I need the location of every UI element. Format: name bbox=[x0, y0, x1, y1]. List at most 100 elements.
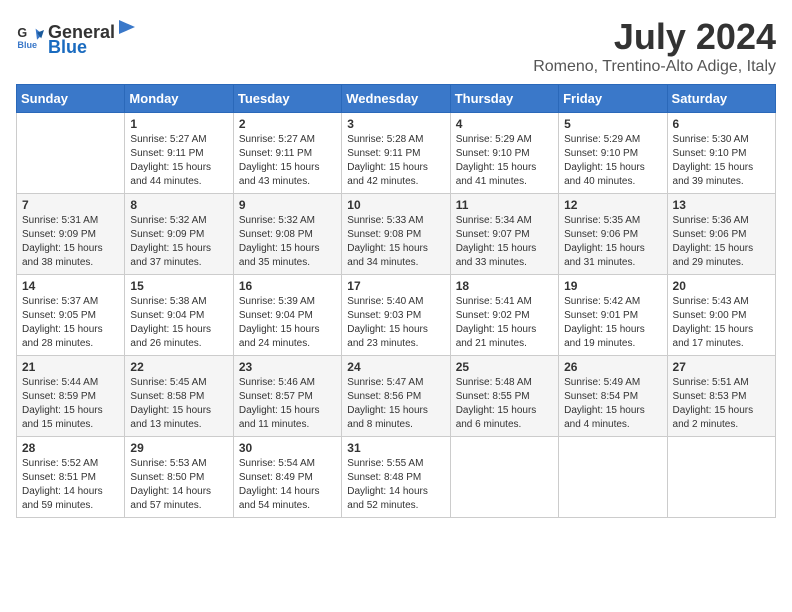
day-info: Sunrise: 5:44 AM Sunset: 8:59 PM Dayligh… bbox=[22, 376, 119, 432]
day-info: Sunrise: 5:43 AM Sunset: 9:00 PM Dayligh… bbox=[673, 295, 770, 351]
day-number: 23 bbox=[239, 360, 336, 374]
day-info: Sunrise: 5:36 AM Sunset: 9:06 PM Dayligh… bbox=[673, 214, 770, 270]
calendar-cell: 6 Sunrise: 5:30 AM Sunset: 9:10 PM Daylig… bbox=[667, 113, 775, 194]
month-year-title: July 2024 bbox=[533, 16, 776, 58]
day-info: Sunrise: 5:54 AM Sunset: 8:49 PM Dayligh… bbox=[239, 457, 336, 513]
day-info: Sunrise: 5:55 AM Sunset: 8:48 PM Dayligh… bbox=[347, 457, 444, 513]
day-number: 19 bbox=[564, 279, 661, 293]
day-info: Sunrise: 5:28 AM Sunset: 9:11 PM Dayligh… bbox=[347, 133, 444, 189]
day-number: 16 bbox=[239, 279, 336, 293]
day-info: Sunrise: 5:49 AM Sunset: 8:54 PM Dayligh… bbox=[564, 376, 661, 432]
title-area: July 2024 Romeno, Trentino-Alto Adige, I… bbox=[533, 16, 776, 76]
calendar-cell: 23 Sunrise: 5:46 AM Sunset: 8:57 PM Dayli… bbox=[233, 356, 341, 437]
day-number: 2 bbox=[239, 117, 336, 131]
day-info: Sunrise: 5:31 AM Sunset: 9:09 PM Dayligh… bbox=[22, 214, 119, 270]
calendar-week-4: 21 Sunrise: 5:44 AM Sunset: 8:59 PM Dayli… bbox=[17, 356, 776, 437]
svg-text:Blue: Blue bbox=[17, 40, 37, 50]
day-info: Sunrise: 5:27 AM Sunset: 9:11 PM Dayligh… bbox=[130, 133, 227, 189]
day-number: 3 bbox=[347, 117, 444, 131]
day-info: Sunrise: 5:51 AM Sunset: 8:53 PM Dayligh… bbox=[673, 376, 770, 432]
day-info: Sunrise: 5:33 AM Sunset: 9:08 PM Dayligh… bbox=[347, 214, 444, 270]
calendar-cell: 12 Sunrise: 5:35 AM Sunset: 9:06 PM Dayli… bbox=[559, 194, 667, 275]
day-number: 29 bbox=[130, 441, 227, 455]
location-subtitle: Romeno, Trentino-Alto Adige, Italy bbox=[533, 58, 776, 76]
day-info: Sunrise: 5:52 AM Sunset: 8:51 PM Dayligh… bbox=[22, 457, 119, 513]
calendar-cell: 15 Sunrise: 5:38 AM Sunset: 9:04 PM Dayli… bbox=[125, 275, 233, 356]
day-number: 20 bbox=[673, 279, 770, 293]
day-info: Sunrise: 5:29 AM Sunset: 9:10 PM Dayligh… bbox=[456, 133, 553, 189]
calendar-cell: 1 Sunrise: 5:27 AM Sunset: 9:11 PM Daylig… bbox=[125, 113, 233, 194]
calendar-week-5: 28Sunrise: 5:52 AM Sunset: 8:51 PM Dayli… bbox=[17, 437, 776, 518]
day-number: 11 bbox=[456, 198, 553, 212]
logo-icon: G Blue bbox=[16, 23, 44, 51]
calendar-cell: 19Sunrise: 5:42 AM Sunset: 9:01 PM Dayli… bbox=[559, 275, 667, 356]
day-number: 6 bbox=[673, 117, 770, 131]
calendar-cell: 26Sunrise: 5:49 AM Sunset: 8:54 PM Dayli… bbox=[559, 356, 667, 437]
calendar-cell bbox=[667, 437, 775, 518]
day-number: 17 bbox=[347, 279, 444, 293]
day-number: 1 bbox=[130, 117, 227, 131]
calendar-header-friday: Friday bbox=[559, 85, 667, 113]
calendar-cell: 11 Sunrise: 5:34 AM Sunset: 9:07 PM Dayli… bbox=[450, 194, 558, 275]
calendar-cell: 22 Sunrise: 5:45 AM Sunset: 8:58 PM Dayli… bbox=[125, 356, 233, 437]
day-number: 22 bbox=[130, 360, 227, 374]
calendar-header-saturday: Saturday bbox=[667, 85, 775, 113]
calendar-cell: 8Sunrise: 5:32 AM Sunset: 9:09 PM Daylig… bbox=[125, 194, 233, 275]
calendar-cell: 9Sunrise: 5:32 AM Sunset: 9:08 PM Daylig… bbox=[233, 194, 341, 275]
day-info: Sunrise: 5:41 AM Sunset: 9:02 PM Dayligh… bbox=[456, 295, 553, 351]
day-number: 12 bbox=[564, 198, 661, 212]
day-number: 25 bbox=[456, 360, 553, 374]
day-info: Sunrise: 5:35 AM Sunset: 9:06 PM Dayligh… bbox=[564, 214, 661, 270]
page-wrapper: G Blue General Blue July 2024 Romeno, Tr… bbox=[16, 16, 776, 518]
day-number: 8 bbox=[130, 198, 227, 212]
calendar-header-wednesday: Wednesday bbox=[342, 85, 450, 113]
day-number: 21 bbox=[22, 360, 119, 374]
calendar-week-1: 1 Sunrise: 5:27 AM Sunset: 9:11 PM Daylig… bbox=[17, 113, 776, 194]
calendar-cell: 27 Sunrise: 5:51 AM Sunset: 8:53 PM Dayli… bbox=[667, 356, 775, 437]
day-number: 31 bbox=[347, 441, 444, 455]
day-info: Sunrise: 5:40 AM Sunset: 9:03 PM Dayligh… bbox=[347, 295, 444, 351]
day-info: Sunrise: 5:29 AM Sunset: 9:10 PM Dayligh… bbox=[564, 133, 661, 189]
day-number: 18 bbox=[456, 279, 553, 293]
calendar-header-row: SundayMondayTuesdayWednesdayThursdayFrid… bbox=[17, 85, 776, 113]
calendar-cell: 21 Sunrise: 5:44 AM Sunset: 8:59 PM Dayli… bbox=[17, 356, 125, 437]
calendar-cell: 25Sunrise: 5:48 AM Sunset: 8:55 PM Dayli… bbox=[450, 356, 558, 437]
calendar-cell bbox=[17, 113, 125, 194]
day-number: 4 bbox=[456, 117, 553, 131]
day-info: Sunrise: 5:38 AM Sunset: 9:04 PM Dayligh… bbox=[130, 295, 227, 351]
day-number: 24 bbox=[347, 360, 444, 374]
day-info: Sunrise: 5:34 AM Sunset: 9:07 PM Dayligh… bbox=[456, 214, 553, 270]
day-info: Sunrise: 5:37 AM Sunset: 9:05 PM Dayligh… bbox=[22, 295, 119, 351]
calendar-cell bbox=[559, 437, 667, 518]
calendar-cell: 30 Sunrise: 5:54 AM Sunset: 8:49 PM Dayli… bbox=[233, 437, 341, 518]
calendar-table: SundayMondayTuesdayWednesdayThursdayFrid… bbox=[16, 84, 776, 518]
day-number: 30 bbox=[239, 441, 336, 455]
calendar-header-sunday: Sunday bbox=[17, 85, 125, 113]
calendar-cell: 24Sunrise: 5:47 AM Sunset: 8:56 PM Dayli… bbox=[342, 356, 450, 437]
calendar-cell: 14 Sunrise: 5:37 AM Sunset: 9:05 PM Dayli… bbox=[17, 275, 125, 356]
day-info: Sunrise: 5:45 AM Sunset: 8:58 PM Dayligh… bbox=[130, 376, 227, 432]
day-number: 15 bbox=[130, 279, 227, 293]
calendar-week-2: 7Sunrise: 5:31 AM Sunset: 9:09 PM Daylig… bbox=[17, 194, 776, 275]
day-info: Sunrise: 5:39 AM Sunset: 9:04 PM Dayligh… bbox=[239, 295, 336, 351]
svg-text:G: G bbox=[17, 26, 27, 40]
day-number: 27 bbox=[673, 360, 770, 374]
calendar-week-3: 14 Sunrise: 5:37 AM Sunset: 9:05 PM Dayli… bbox=[17, 275, 776, 356]
day-number: 14 bbox=[22, 279, 119, 293]
calendar-cell: 31 Sunrise: 5:55 AM Sunset: 8:48 PM Dayli… bbox=[342, 437, 450, 518]
calendar-header-tuesday: Tuesday bbox=[233, 85, 341, 113]
logo: G Blue General Blue bbox=[16, 16, 137, 58]
calendar-header-thursday: Thursday bbox=[450, 85, 558, 113]
day-info: Sunrise: 5:32 AM Sunset: 9:08 PM Dayligh… bbox=[239, 214, 336, 270]
header: G Blue General Blue July 2024 Romeno, Tr… bbox=[16, 16, 776, 76]
day-info: Sunrise: 5:46 AM Sunset: 8:57 PM Dayligh… bbox=[239, 376, 336, 432]
day-info: Sunrise: 5:30 AM Sunset: 9:10 PM Dayligh… bbox=[673, 133, 770, 189]
calendar-cell: 4 Sunrise: 5:29 AM Sunset: 9:10 PM Daylig… bbox=[450, 113, 558, 194]
day-number: 5 bbox=[564, 117, 661, 131]
calendar-cell: 2Sunrise: 5:27 AM Sunset: 9:11 PM Daylig… bbox=[233, 113, 341, 194]
calendar-cell: 13 Sunrise: 5:36 AM Sunset: 9:06 PM Dayli… bbox=[667, 194, 775, 275]
calendar-cell: 5 Sunrise: 5:29 AM Sunset: 9:10 PM Daylig… bbox=[559, 113, 667, 194]
day-number: 13 bbox=[673, 198, 770, 212]
calendar-cell: 10Sunrise: 5:33 AM Sunset: 9:08 PM Dayli… bbox=[342, 194, 450, 275]
calendar-cell bbox=[450, 437, 558, 518]
